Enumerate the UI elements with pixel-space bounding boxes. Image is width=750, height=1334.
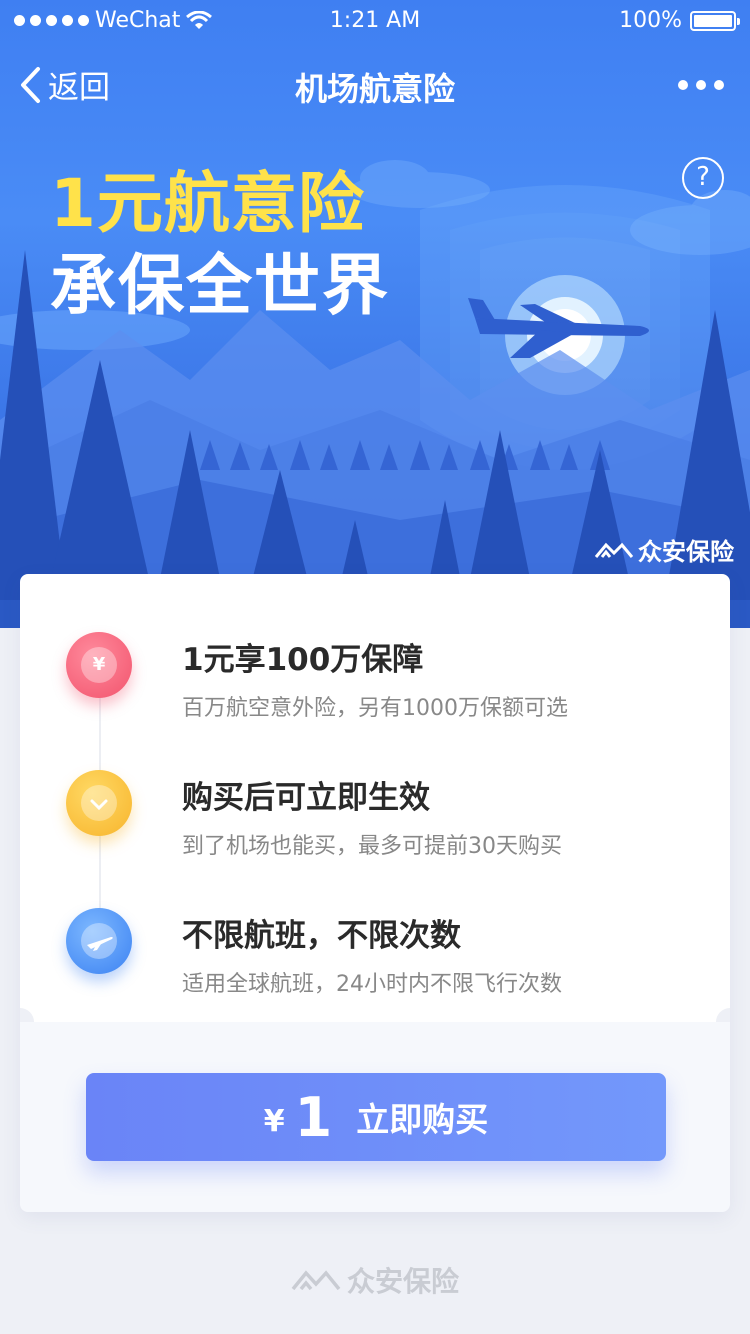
nav-bar: 返回 机场航意险 [0, 52, 750, 116]
zhongan-logo-icon [594, 542, 634, 558]
feature-item: 不限航班，不限次数 适用全球航班，24小时内不限飞行次数 [20, 908, 730, 1018]
features-section: ¥ 1元享100万保障 百万航空意外险，另有1000万保额可选 购买后可立即生效… [20, 574, 730, 1022]
price-amount: 1 [294, 1085, 333, 1149]
feature-title: 不限航班，不限次数 [182, 918, 461, 954]
buy-now-label: 立即购买 [356, 1100, 489, 1139]
feature-desc: 适用全球航班，24小时内不限飞行次数 [182, 972, 562, 997]
zhongan-logo-icon [291, 1270, 341, 1291]
price-currency: ¥ [263, 1103, 285, 1139]
feature-desc: 百万航空意外险，另有1000万保额可选 [182, 696, 568, 721]
hero-subtitle: 承保全世界 [50, 247, 390, 324]
footer-brand-name: 众安保险 [346, 1265, 459, 1298]
yuan-coin-icon: ¥ [66, 632, 132, 698]
feature-title: 1元享100万保障 [182, 642, 424, 678]
footer-brand: 众安保险 [0, 1260, 750, 1300]
hero-banner: WeChat 1:21 AM 100% 返回 机场航意险 ? 1元航意险 承保全… [0, 0, 750, 628]
product-card: ¥ 1元享100万保障 百万航空意外险，另有1000万保额可选 购买后可立即生效… [20, 574, 730, 1212]
more-menu-button[interactable] [678, 80, 724, 90]
help-icon[interactable]: ? [682, 157, 724, 199]
feature-item: 购买后可立即生效 到了机场也能买，最多可提前30天购买 [20, 770, 730, 880]
page-title: 机场航意险 [294, 70, 455, 108]
battery-percent: 100% [619, 8, 682, 33]
brand-name: 众安保险 [638, 538, 734, 566]
brand-logo: 众安保险 [594, 532, 734, 567]
buy-now-button[interactable]: ¥ 1 立即购买 [86, 1073, 666, 1161]
feature-title: 购买后可立即生效 [182, 780, 430, 816]
airplane-icon [66, 908, 132, 974]
check-badge-icon [66, 770, 132, 836]
battery-icon [690, 10, 740, 31]
feature-desc: 到了机场也能买，最多可提前30天购买 [182, 834, 562, 859]
feature-item: ¥ 1元享100万保障 百万航空意外险，另有1000万保额可选 [20, 632, 730, 742]
battery-status: 100% [619, 8, 740, 33]
status-bar: WeChat 1:21 AM 100% [0, 0, 750, 40]
